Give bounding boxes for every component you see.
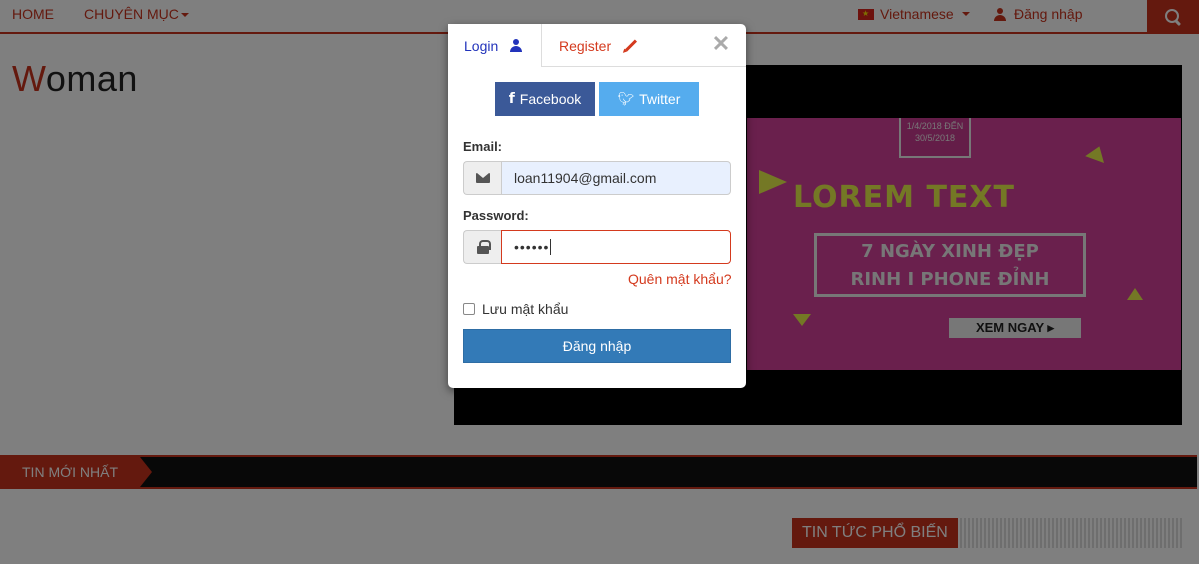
close-icon[interactable]: ✕ bbox=[711, 33, 731, 55]
email-label: Email: bbox=[463, 139, 503, 154]
password-value: •••••• bbox=[514, 239, 550, 255]
modal-tabs: Login Register ✕ bbox=[448, 24, 746, 67]
remember-password[interactable]: Lưu mật khẩu bbox=[463, 301, 568, 317]
email-field[interactable]: loan11904@gmail.com bbox=[501, 161, 731, 195]
tab-login[interactable]: Login bbox=[448, 24, 542, 67]
twitter-login-button[interactable]: 🐦︎ Twitter bbox=[599, 82, 699, 116]
twitter-icon: 🐦︎ bbox=[617, 91, 635, 106]
password-addon bbox=[463, 230, 501, 264]
twitter-label: Twitter bbox=[639, 91, 681, 107]
password-input-group: •••••• bbox=[463, 230, 731, 264]
pencil-icon bbox=[625, 39, 638, 52]
login-modal: Login Register ✕ f Facebook 🐦︎ Twitter E… bbox=[448, 24, 746, 388]
facebook-login-button[interactable]: f Facebook bbox=[495, 82, 595, 116]
facebook-label: Facebook bbox=[519, 91, 582, 107]
password-field[interactable]: •••••• bbox=[501, 230, 731, 264]
email-addon bbox=[463, 161, 501, 195]
forgot-password-link[interactable]: Quên mật khẩu? bbox=[628, 271, 732, 287]
remember-checkbox[interactable] bbox=[463, 303, 475, 315]
password-label: Password: bbox=[463, 208, 529, 223]
email-input-group: loan11904@gmail.com bbox=[463, 161, 731, 195]
facebook-icon: f bbox=[508, 91, 515, 107]
tab-login-label: Login bbox=[464, 37, 499, 54]
tab-register[interactable]: Register bbox=[542, 24, 672, 67]
envelope-icon bbox=[475, 173, 490, 183]
tab-register-label: Register bbox=[559, 37, 612, 54]
user-icon bbox=[510, 39, 523, 52]
lock-icon bbox=[476, 240, 491, 254]
remember-label: Lưu mật khẩu bbox=[482, 301, 569, 317]
login-submit-button[interactable]: Đăng nhập bbox=[463, 329, 731, 363]
text-cursor bbox=[550, 239, 552, 255]
